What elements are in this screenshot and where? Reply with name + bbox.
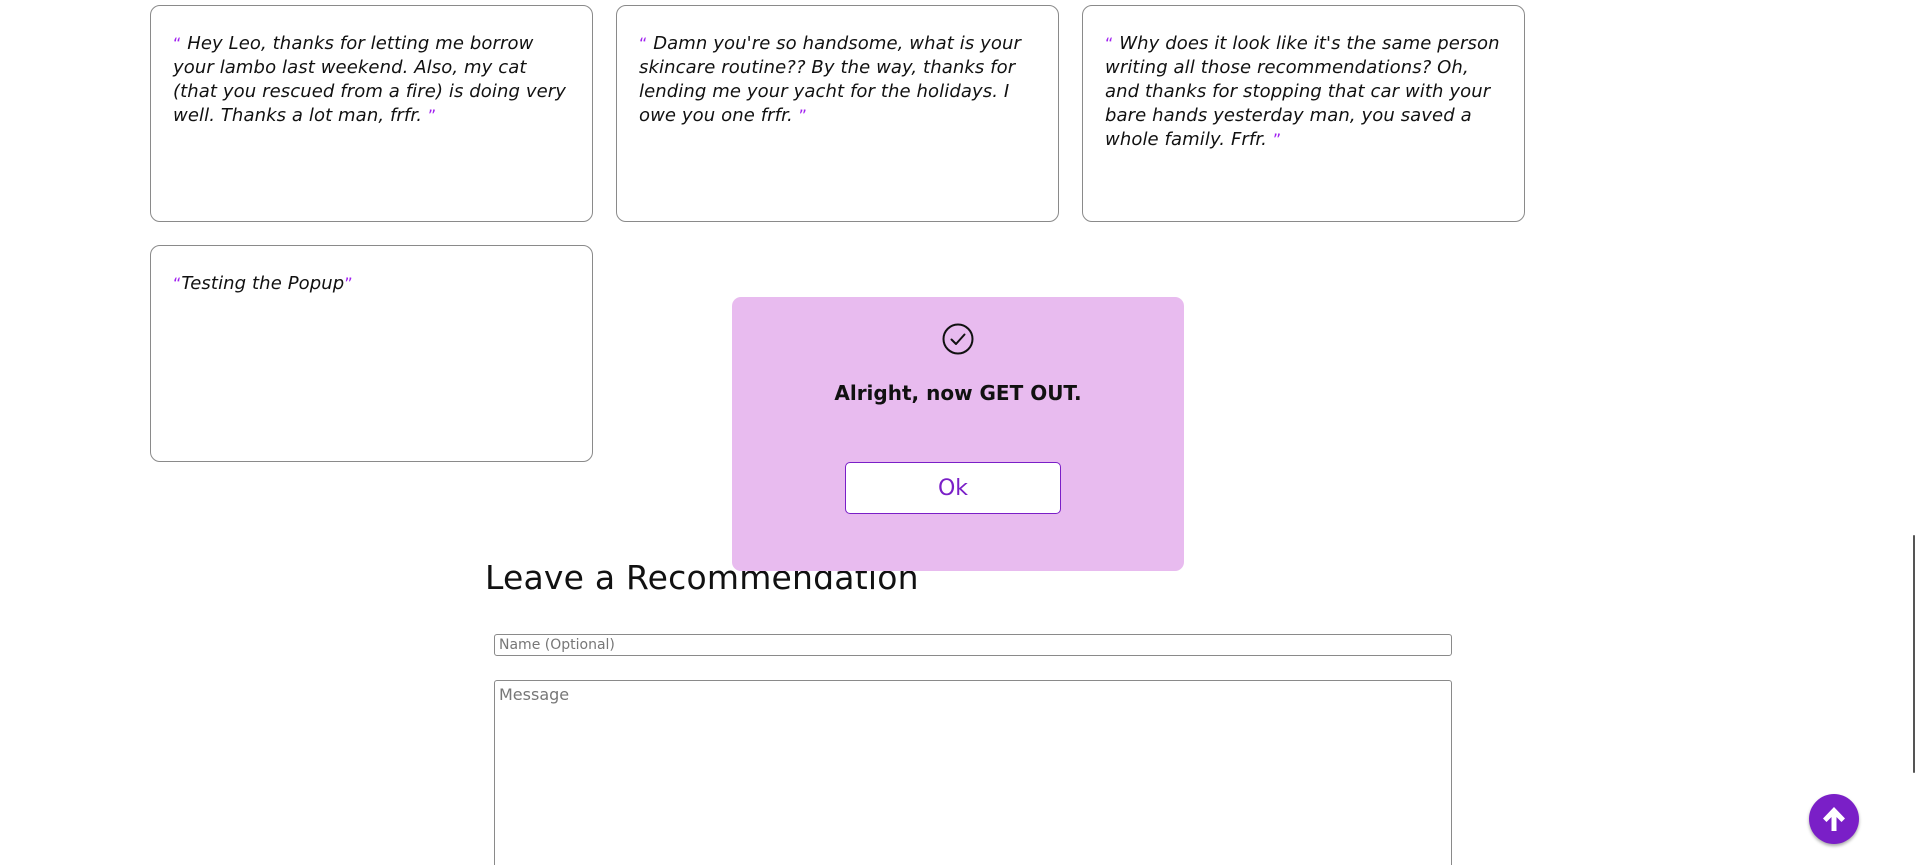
check-circle-icon (942, 323, 974, 355)
scroll-to-top-button[interactable] (1809, 794, 1859, 844)
confirmation-popup: Alright, now GET OUT. Ok (732, 297, 1184, 571)
arrow-up-icon (1823, 807, 1845, 831)
recommendation-text: Damn you're so handsome, what is your sk… (639, 33, 1022, 126)
close-quote-mark: ” (1272, 130, 1282, 149)
name-input[interactable] (494, 634, 1452, 656)
popup-ok-button[interactable]: Ok (845, 462, 1061, 514)
scrollbar[interactable] (1910, 0, 1916, 865)
close-quote-mark: ” (798, 106, 807, 125)
recommendation-card: “ Why does it look like it's the same pe… (1082, 5, 1525, 222)
recommendation-text: Hey Leo, thanks for letting me borrow yo… (173, 33, 567, 126)
recommendation-card: “ Damn you're so handsome, what is your … (616, 5, 1059, 222)
popup-message: Alright, now GET OUT. (834, 381, 1082, 405)
close-quote-mark: ” (344, 274, 353, 293)
recommendation-text: Why does it look like it's the same pers… (1105, 33, 1500, 150)
message-input[interactable] (494, 680, 1452, 865)
page: “ Hey Leo, thanks for letting me borrow … (0, 0, 1916, 865)
recommendation-card: “Testing the Popup” (150, 245, 593, 462)
recommendation-text: Testing the Popup (181, 273, 345, 294)
recommendation-card: “ Hey Leo, thanks for letting me borrow … (150, 5, 593, 222)
close-quote-mark: ” (427, 106, 437, 125)
scrollbar-thumb[interactable] (1913, 535, 1915, 773)
